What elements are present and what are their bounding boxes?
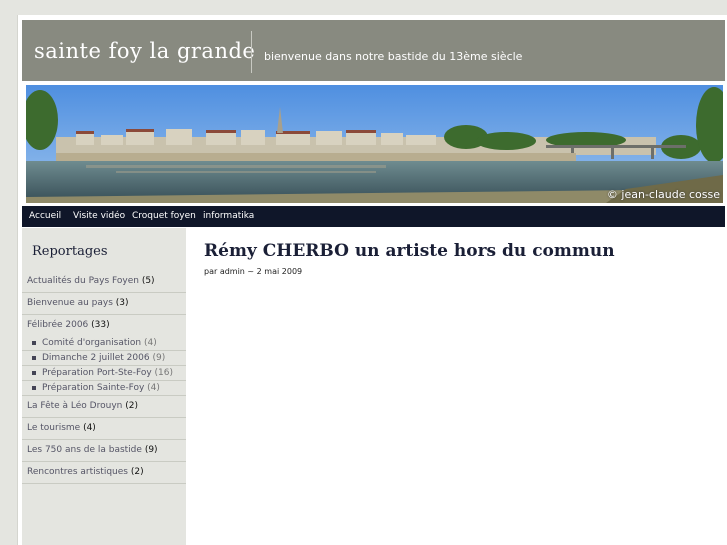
banner-image: © jean-claude cosse (26, 85, 723, 203)
subcategory-count: (9) (152, 353, 166, 363)
category-item[interactable]: La Fête à Léo Drouyn (2) (22, 396, 186, 418)
site-tagline: bienvenue dans notre bastide du 13ème si… (264, 50, 523, 63)
post-title[interactable]: Rémy CHERBO un artiste hors du commun (204, 241, 615, 261)
main-nav: Accueil Visite vidéo Croquet foyen infor… (22, 206, 725, 227)
subcategory-label[interactable]: Comité d'organisation (42, 338, 141, 348)
subcategory-count: (4) (147, 383, 160, 393)
post-meta: par admin ~ 2 mai 2009 (204, 267, 303, 276)
page: sainte foy la grande bienvenue dans notr… (17, 15, 727, 545)
category-label[interactable]: La Fête à Léo Drouyn (27, 401, 122, 411)
nav-accueil[interactable]: Accueil (29, 211, 61, 221)
site-header: sainte foy la grande bienvenue dans notr… (22, 20, 725, 81)
subcategory-label[interactable]: Dimanche 2 juillet 2006 (42, 353, 150, 363)
subcategory-item[interactable]: Comité d'organisation (4) (22, 336, 186, 351)
subcategory-count: (4) (143, 338, 157, 348)
category-label[interactable]: Rencontres artistiques (27, 467, 128, 477)
category-count: (4) (83, 423, 96, 433)
main-content: Rémy CHERBO un artiste hors du commun pa… (204, 241, 615, 276)
category-label[interactable]: Le tourisme (27, 423, 80, 433)
subcategory-label[interactable]: Préparation Sainte-Foy (42, 383, 144, 393)
category-item[interactable]: Félibrée 2006 (33) (22, 315, 186, 336)
category-count: (9) (144, 445, 158, 455)
bullet-icon (32, 355, 36, 360)
header-divider (251, 31, 252, 73)
bullet-icon (32, 385, 36, 390)
nav-informatika[interactable]: informatika (203, 211, 254, 221)
category-label[interactable]: Bienvenue au pays (27, 298, 113, 308)
subcategory-item[interactable]: Dimanche 2 juillet 2006 (9) (22, 351, 186, 366)
category-item[interactable]: Actualités du Pays Foyen (5) (22, 271, 186, 293)
category-label[interactable]: Les 750 ans de la bastide (27, 445, 142, 455)
category-item[interactable]: Rencontres artistiques (2) (22, 462, 186, 484)
subcategory-item[interactable]: Préparation Port-Ste-Foy (16) (22, 366, 186, 381)
category-count: (2) (125, 401, 138, 411)
category-count: (5) (141, 276, 155, 286)
category-item[interactable]: Bienvenue au pays (3) (22, 293, 186, 315)
site-title[interactable]: sainte foy la grande (34, 39, 255, 63)
bullet-icon (32, 340, 36, 345)
subcategory-item[interactable]: Préparation Sainte-Foy (4) (22, 381, 186, 396)
category-list: Actualités du Pays Foyen (5) Bienvenue a… (22, 271, 186, 484)
category-count: (33) (91, 320, 110, 330)
category-count: (3) (115, 298, 129, 308)
category-label[interactable]: Félibrée 2006 (27, 320, 88, 330)
sidebar: Reportages Actualités du Pays Foyen (5) … (22, 228, 186, 545)
nav-visite-video[interactable]: Visite vidéo (73, 211, 125, 221)
category-item[interactable]: Les 750 ans de la bastide (9) (22, 440, 186, 462)
bullet-icon (32, 370, 36, 375)
subcategory-label[interactable]: Préparation Port-Ste-Foy (42, 368, 152, 378)
sidebar-title: Reportages (32, 244, 108, 259)
subcategory-count: (16) (154, 368, 174, 378)
banner-copyright: © jean-claude cosse (606, 188, 720, 201)
category-label[interactable]: Actualités du Pays Foyen (27, 276, 139, 286)
nav-croquet-foyen[interactable]: Croquet foyen (132, 211, 196, 221)
category-item[interactable]: Le tourisme (4) (22, 418, 186, 440)
category-count: (2) (130, 467, 144, 477)
